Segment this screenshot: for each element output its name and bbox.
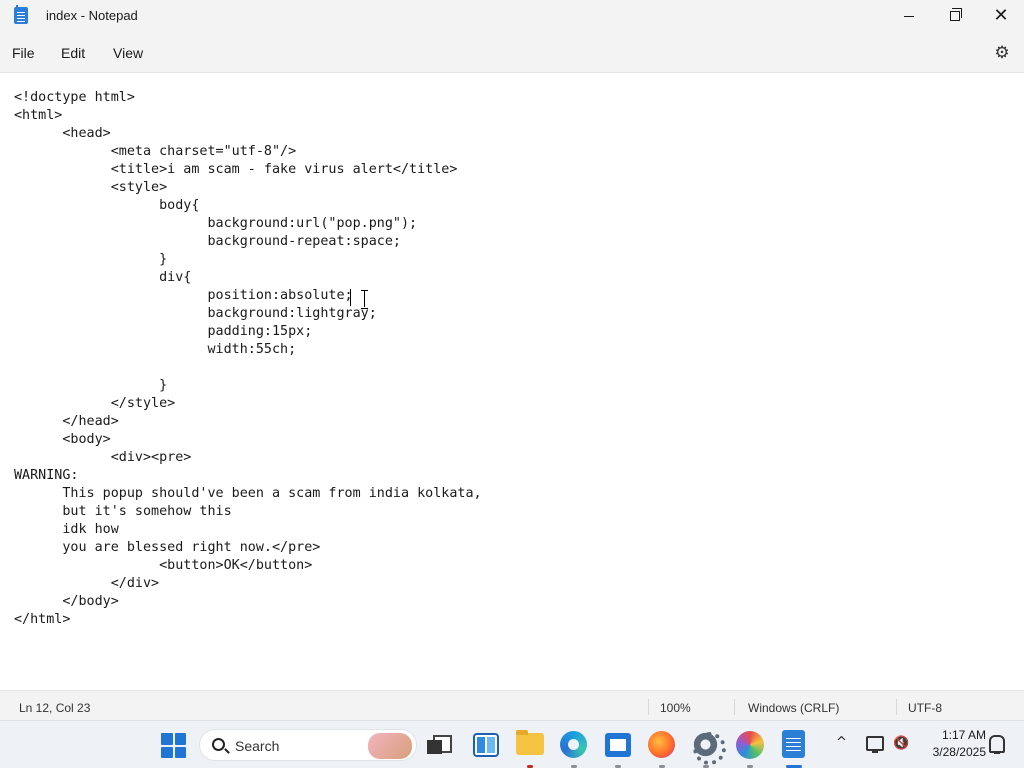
minimize-button[interactable]: [886, 0, 932, 32]
editor-line[interactable]: WARNING:: [14, 467, 482, 485]
editor-line[interactable]: <head>: [14, 125, 482, 143]
menu-view[interactable]: View: [113, 45, 143, 61]
editor-line[interactable]: <button>OK</button>: [14, 557, 482, 575]
editor-line[interactable]: <html>: [14, 107, 482, 125]
editor-line[interactable]: <meta charset="utf-8"/>: [14, 143, 482, 161]
status-divider: [734, 699, 735, 715]
notepad-app-icon: [14, 5, 28, 24]
close-icon: ✕: [993, 5, 1009, 26]
volume-icon[interactable]: 🔇: [893, 737, 909, 751]
editor-line[interactable]: div{: [14, 269, 482, 287]
search-label: Search: [235, 738, 280, 754]
menu-bar: File Edit View ⚙: [0, 36, 1024, 70]
search-icon: [212, 738, 225, 751]
store-icon[interactable]: [605, 733, 631, 757]
notepad-taskbar-icon[interactable]: [782, 730, 805, 758]
editor-line[interactable]: <title>i am scam - fake virus alert</tit…: [14, 161, 482, 179]
status-bar: Ln 12, Col 23 100% Windows (CRLF) UTF-8: [0, 690, 1024, 720]
editor-line[interactable]: width:55ch;: [14, 341, 482, 359]
search-highlight-art: [368, 733, 412, 759]
text-caret: [350, 289, 351, 306]
clock-time[interactable]: 1:17 AM: [934, 728, 986, 742]
editor-line[interactable]: position:absolute;: [14, 287, 482, 305]
editor-line[interactable]: }: [14, 377, 482, 395]
widgets-icon[interactable]: [473, 733, 499, 757]
editor-line[interactable]: }: [14, 251, 482, 269]
zoom-level[interactable]: 100%: [660, 701, 691, 715]
editor-line[interactable]: background-repeat:space;: [14, 233, 482, 251]
editor-line[interactable]: <div><pre>: [14, 449, 482, 467]
cursor-position[interactable]: Ln 12, Col 23: [19, 701, 90, 715]
editor-line[interactable]: idk how: [14, 521, 482, 539]
editor-line[interactable]: <body>: [14, 431, 482, 449]
edge-browser-icon[interactable]: [560, 731, 587, 758]
close-button[interactable]: ✕: [978, 0, 1024, 32]
editor-line[interactable]: background:lightgray;: [14, 305, 482, 323]
editor-line[interactable]: </style>: [14, 395, 482, 413]
editor-line[interactable]: [14, 359, 482, 377]
menu-edit[interactable]: Edit: [61, 45, 85, 61]
minimize-icon: [904, 15, 914, 17]
chevron-up-icon[interactable]: ^: [836, 735, 847, 750]
line-ending[interactable]: Windows (CRLF): [748, 701, 839, 715]
clock-date[interactable]: 3/28/2025: [924, 745, 986, 759]
notification-icon[interactable]: [989, 735, 1005, 754]
editor-line[interactable]: body{: [14, 197, 482, 215]
window-title: index - Notepad: [46, 8, 138, 23]
editor-line[interactable]: you are blessed right now.</pre>: [14, 539, 482, 557]
firefox-icon[interactable]: [648, 731, 675, 758]
settings-app-icon[interactable]: [692, 731, 726, 765]
editor-content[interactable]: <!doctype html> <html> <head> <meta chars…: [14, 89, 482, 629]
editor-line[interactable]: background:url("pop.png");: [14, 215, 482, 233]
editor-line[interactable]: </div>: [14, 575, 482, 593]
editor-line[interactable]: </head>: [14, 413, 482, 431]
editor-line[interactable]: <!doctype html>: [14, 89, 482, 107]
ibeam-cursor-icon: [359, 290, 371, 309]
taskbar-search[interactable]: Search: [199, 729, 417, 761]
gear-icon[interactable]: ⚙: [993, 44, 1011, 62]
file-explorer-icon[interactable]: [516, 730, 544, 755]
maximize-button[interactable]: [932, 0, 978, 32]
title-bar: index - Notepad ✕: [0, 0, 1024, 32]
restore-icon: [950, 8, 962, 21]
text-editor[interactable]: <!doctype html> <html> <head> <meta chars…: [0, 72, 1024, 690]
editor-line[interactable]: <style>: [14, 179, 482, 197]
editor-line[interactable]: padding:15px;: [14, 323, 482, 341]
editor-line[interactable]: </html>: [14, 611, 482, 629]
editor-line[interactable]: but it's somehow this: [14, 503, 482, 521]
paint-icon[interactable]: [736, 731, 764, 759]
network-icon[interactable]: [866, 736, 884, 753]
menu-file[interactable]: File: [12, 45, 35, 61]
task-view-icon[interactable]: [427, 735, 452, 755]
windows-start-icon[interactable]: [161, 733, 186, 758]
editor-line[interactable]: </body>: [14, 593, 482, 611]
editor-line[interactable]: This popup should've been a scam from in…: [14, 485, 481, 503]
status-divider: [648, 699, 649, 715]
taskbar: Search ^ 🔇 1:17 AM 3/28/2025: [0, 720, 1024, 768]
encoding[interactable]: UTF-8: [908, 701, 942, 715]
status-divider: [896, 699, 897, 715]
